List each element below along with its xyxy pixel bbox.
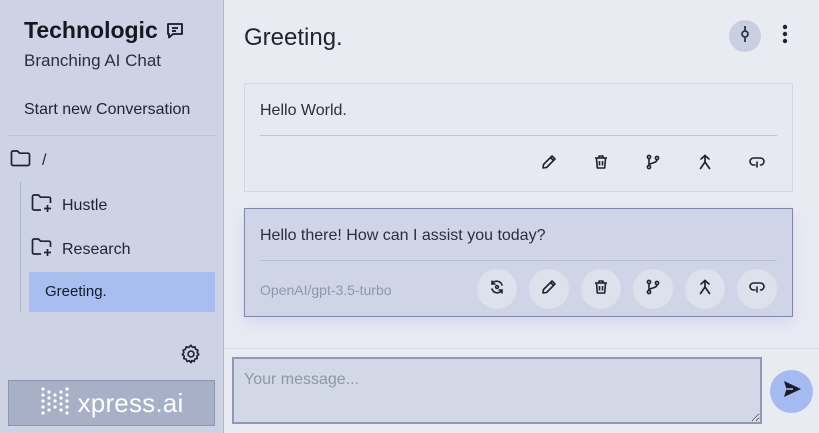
folder-label: Hustle <box>62 196 108 214</box>
branch-view-toggle[interactable] <box>729 20 761 52</box>
kebab-menu-icon <box>782 24 788 49</box>
message-text: Hello World. <box>260 102 347 119</box>
branch-icon <box>645 279 661 300</box>
link-button[interactable] <box>737 269 777 309</box>
link-icon <box>748 280 766 299</box>
merge-button[interactable] <box>685 144 725 184</box>
message-input[interactable] <box>232 357 762 424</box>
brand-subtitle: Branching AI Chat <box>24 51 162 70</box>
folder-item-research[interactable]: Research <box>31 237 130 262</box>
settings-button[interactable] <box>177 342 205 370</box>
page-title: Greeting. <box>244 24 343 51</box>
brand-title: Technologic <box>24 17 185 44</box>
new-conversation-button[interactable]: Start new Conversation <box>24 101 190 119</box>
root-folder[interactable]: / <box>10 149 46 172</box>
tree-guide-line <box>20 182 21 312</box>
gear-icon <box>180 343 202 370</box>
chat-bubble-icon <box>165 21 185 41</box>
edit-icon <box>541 279 557 300</box>
conversation-item-greeting[interactable]: Greeting. <box>29 272 215 312</box>
regenerate-button[interactable] <box>477 269 517 309</box>
merge-button[interactable] <box>685 269 725 309</box>
send-icon <box>782 379 802 404</box>
merge-icon <box>697 278 713 300</box>
branch-icon <box>645 154 661 175</box>
more-options-button[interactable] <box>772 20 798 52</box>
message-divider <box>260 135 777 136</box>
send-button[interactable] <box>770 370 813 413</box>
assistant-message: Hello there! How can I assist you today?… <box>244 208 793 317</box>
merge-icon <box>697 153 713 175</box>
branch-button[interactable] <box>633 269 673 309</box>
xpress-logo-mark-icon <box>40 386 70 421</box>
model-label: OpenAI/gpt-3.5-turbo <box>260 282 392 298</box>
folder-plus-icon <box>31 193 53 218</box>
edit-button[interactable] <box>529 144 569 184</box>
delete-button[interactable] <box>581 144 621 184</box>
link-button[interactable] <box>737 144 777 184</box>
link-icon <box>748 155 766 174</box>
trash-icon <box>593 279 609 300</box>
sidebar: Technologic Branching AI Chat Start new … <box>0 0 224 433</box>
commit-icon <box>737 25 753 48</box>
xpress-ai-logo: xpress.ai <box>8 380 215 426</box>
root-folder-label: / <box>42 151 47 169</box>
folder-plus-icon <box>31 237 53 262</box>
message-text: Hello there! How can I assist you today? <box>260 227 546 244</box>
brand-title-text: Technologic <box>24 17 158 43</box>
edit-icon <box>541 154 557 175</box>
regenerate-icon <box>489 279 505 300</box>
user-message: Hello World. <box>244 83 793 192</box>
sidebar-divider <box>8 135 216 136</box>
edit-button[interactable] <box>529 269 569 309</box>
trash-icon <box>593 154 609 175</box>
folder-label: Research <box>62 240 131 258</box>
folder-icon <box>10 149 31 172</box>
folder-item-hustle[interactable]: Hustle <box>31 193 107 218</box>
branch-button[interactable] <box>633 144 673 184</box>
message-divider <box>260 260 777 261</box>
delete-button[interactable] <box>581 269 621 309</box>
logo-text: xpress.ai <box>77 387 184 418</box>
